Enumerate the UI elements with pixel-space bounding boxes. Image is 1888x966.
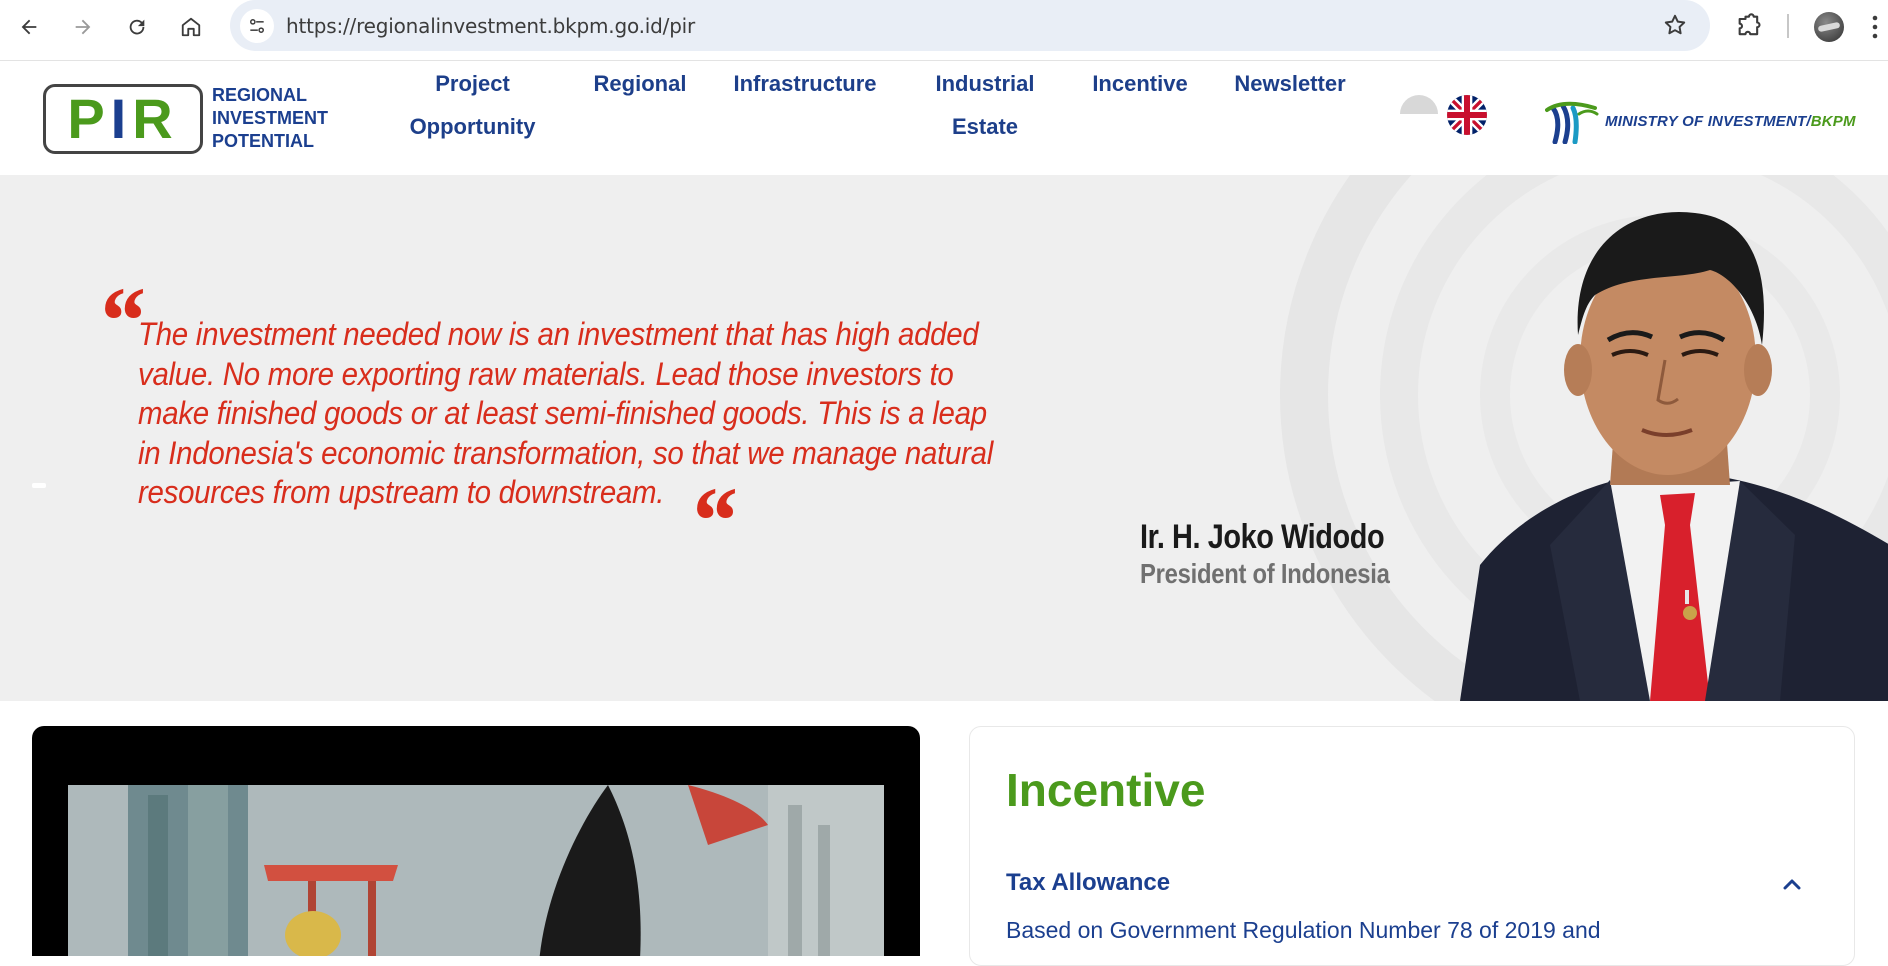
more-menu-icon[interactable] [1872,14,1878,40]
nav-incentive[interactable]: Incentive [1075,62,1205,105]
video-thumbnail[interactable] [68,785,884,956]
back-icon [21,19,37,35]
carousel-indicator[interactable] [32,483,46,488]
pir-logo[interactable]: PIR [43,84,203,154]
nav-newsletter[interactable]: Newsletter [1220,62,1360,105]
tax-allowance-body: Based on Government Regulation Number 78… [1006,917,1601,943]
incentive-title: Incentive [1006,764,1206,816]
hero-quote-text: The investment needed now is an investme… [138,316,994,510]
ministry-bkpm: BKPM [1810,112,1856,130]
forward-icon [75,19,91,35]
chevron-up-icon[interactable] [1780,873,1804,897]
forward-button[interactable] [66,10,100,44]
site-info-button[interactable] [240,9,274,43]
site-info-icon [250,19,264,33]
ministry-emblem-icon [1545,101,1599,144]
video-player[interactable] [32,726,920,956]
nav-regional[interactable]: Regional [580,62,700,105]
uk-flag-icon [1447,95,1487,135]
reload-icon [129,19,145,35]
extensions-icon[interactable] [1735,12,1763,40]
nav-industrial-estate[interactable]: Industrial Estate [915,62,1055,148]
logo-letters: PIR [67,87,179,150]
president-portrait [1460,212,1888,701]
site-header: PIR REGIONAL INVESTMENT POTENTIAL Projec… [0,62,1888,174]
language-indonesian-flag[interactable] [1400,95,1438,114]
ministry-logo[interactable]: MINISTRY OF INVESTMENT/BKPM [1545,98,1856,144]
toolbar-divider [1787,14,1789,38]
home-button[interactable] [174,10,208,44]
home-icon [181,17,201,37]
reload-button[interactable] [120,10,154,44]
speaker-name: Ir. H. Joko Widodo [1140,518,1385,556]
video-scene-image [68,785,884,956]
browser-toolbar: https://regionalinvestment.bkpm.go.id/pi… [0,0,1888,61]
back-button[interactable] [12,10,46,44]
url-text[interactable]: https://regionalinvestment.bkpm.go.id/pi… [286,14,695,38]
logo-caption: REGIONAL INVESTMENT POTENTIAL [212,85,329,151]
close-quote-icon: “ [688,467,736,574]
ministry-name: MINISTRY OF INVESTMENT/ [1605,112,1811,130]
open-quote-icon: “ [96,267,144,374]
hero-quote-banner: “ The investment needed now is an invest… [0,175,1888,701]
nav-project-opportunity[interactable]: Project Opportunity [395,62,550,148]
nav-infrastructure[interactable]: Infrastructure [720,62,890,105]
incentive-card: Incentive Tax Allowance Based on Governm… [969,726,1855,966]
language-english-flag[interactable] [1447,95,1487,135]
address-bar[interactable]: https://regionalinvestment.bkpm.go.id/pi… [230,0,1710,51]
bookmark-star-icon[interactable] [1662,12,1688,38]
profile-avatar[interactable] [1814,12,1844,42]
tax-allowance-toggle[interactable]: Tax Allowance [1006,869,1170,897]
speaker-role: President of Indonesia [1140,558,1390,589]
